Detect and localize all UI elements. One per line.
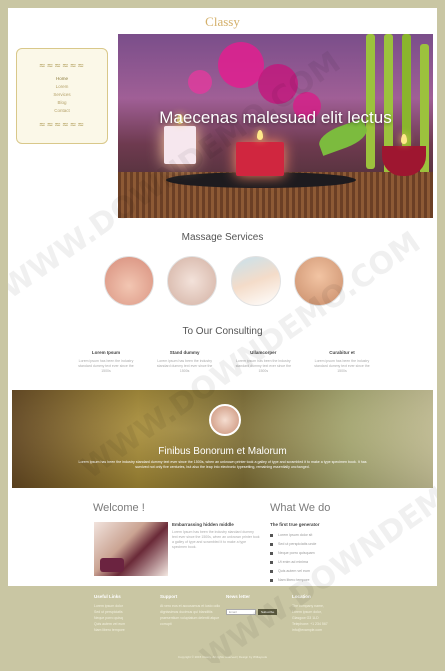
footer-heading: Useful Links: [94, 594, 121, 599]
sidebar-nav: ≈≈≈≈≈≈ Home Lorem Services Blog Contact …: [16, 48, 108, 144]
welcome-text: Lorem Ipsum has been the industry standa…: [172, 530, 260, 549]
location-line[interactable]: info@example.com: [292, 627, 354, 633]
list-item-label: Nam libero tempore: [278, 578, 310, 582]
list-item[interactable]: Neque porro quisquam: [270, 549, 360, 558]
square-bullet-icon: [270, 534, 273, 537]
banner-title: Finibus Bonorum et Malorum: [158, 446, 287, 457]
copyright-text: Copyright © 2015 Classy. All rights rese…: [177, 655, 268, 659]
column-text: Lorem ipsum has been the industry standa…: [314, 359, 370, 373]
square-bullet-icon: [270, 543, 273, 546]
list-item-label: Quis autem vel eum: [278, 569, 310, 573]
footer-support: Support At vero eos et accusamus et iust…: [160, 594, 222, 627]
white-candle: [164, 126, 196, 164]
column-title: Ullamcorper: [250, 350, 277, 355]
footer-heading: News letter: [226, 594, 251, 599]
bamboo-stalk: [366, 34, 375, 169]
services-title: Massage Services: [181, 232, 264, 243]
nav-item-contact[interactable]: Contact: [17, 107, 107, 115]
list-item-label: Ut enim ad minima: [278, 560, 308, 564]
list-item-label: Neque porro quisquam: [278, 551, 315, 555]
avatar: [209, 404, 241, 436]
page: Classy ≈≈≈≈≈≈ Home Lorem Services Blog C…: [8, 8, 437, 663]
square-bullet-icon: [270, 570, 273, 573]
footer-link[interactable]: Nam libero tempore: [94, 627, 154, 633]
footer-useful-links: Useful Links Lorem ipsum dolor Sed ut pe…: [94, 594, 154, 633]
hero-caption: Maecenas malesuad elit lectus: [159, 108, 392, 127]
square-bullet-icon: [270, 552, 273, 555]
nav-item-lorem[interactable]: Lorem: [17, 83, 107, 91]
facial-massage-image[interactable]: [230, 256, 281, 306]
footer-newsletter: News letter Email Subscribe: [226, 594, 288, 621]
consulting-column: Lorem Ipsum Lorem ipsum has been the ind…: [74, 350, 138, 374]
list-item[interactable]: Ut enim ad minima: [270, 558, 360, 567]
red-candle: [236, 142, 284, 176]
bamboo-stalk: [402, 34, 411, 164]
nav-item-home[interactable]: Home: [17, 75, 107, 83]
oil-bottles: [100, 558, 124, 572]
list-item[interactable]: Nam libero tempore: [270, 576, 360, 585]
list-item[interactable]: Sed ut perspiciatis unde: [270, 540, 360, 549]
square-bullet-icon: [270, 579, 273, 582]
flame-icon: [401, 134, 407, 144]
column-text: Lorem ipsum has been the industry standa…: [235, 359, 292, 373]
welcome-subtitle: Embarrassing hidden middle: [172, 522, 234, 527]
consulting-column: Curabitur et Lorem ipsum has been the in…: [310, 350, 374, 374]
banner-text: Lorem Ipsum has been the industry standa…: [78, 460, 367, 469]
footer: Useful Links Lorem ipsum dolor Sed ut pe…: [8, 586, 437, 663]
nav-item-services[interactable]: Services: [17, 91, 107, 99]
hero-slider[interactable]: Maecenas malesuad elit lectus: [118, 34, 433, 218]
consulting-column: Stand dummy Lorem ipsum has been the ind…: [153, 350, 217, 374]
footer-heading: Support: [160, 594, 178, 599]
square-bullet-icon: [270, 561, 273, 564]
orchid-flower: [258, 64, 298, 104]
column-title: Stand dummy: [169, 350, 200, 355]
brand-logo[interactable]: Classy: [8, 14, 437, 30]
list-item[interactable]: Quis autem vel eum: [270, 567, 360, 576]
testimonial-banner: Finibus Bonorum et Malorum Lorem Ipsum h…: [12, 390, 433, 488]
consulting-columns: Lorem Ipsum Lorem ipsum has been the ind…: [74, 350, 374, 374]
hand-massage-image[interactable]: [167, 256, 218, 306]
footer-text: At vero eos et accusamus et iusto odio d…: [160, 604, 221, 626]
orchid-flower: [188, 70, 212, 94]
whatwedo-heading: What We do: [270, 502, 331, 514]
column-title: Curabitur et: [329, 350, 355, 355]
welcome-image: [94, 522, 168, 576]
column-title: Lorem Ipsum: [91, 350, 121, 355]
subscribe-button[interactable]: Subscribe: [258, 608, 278, 615]
wave-ornament-icon: ≈≈≈≈≈≈: [38, 61, 86, 70]
services-images: [104, 256, 344, 306]
foot-massage-image[interactable]: [293, 256, 344, 306]
list-item-label: Lorem ipsum dolor sit: [278, 533, 313, 537]
welcome-body: Embarrassing hidden middle Lorem Ipsum h…: [172, 522, 260, 550]
whatwedo-subtitle: The first true generator: [270, 522, 320, 527]
column-text: Lorem ipsum has been the industry standa…: [78, 359, 134, 373]
flame-icon: [257, 130, 263, 140]
consulting-title: To Our Consulting: [182, 326, 263, 337]
welcome-heading: Welcome !: [93, 502, 145, 514]
wave-ornament-icon: ≈≈≈≈≈≈: [38, 120, 86, 129]
nav-item-blog[interactable]: Blog: [17, 99, 107, 107]
massage-hands-image[interactable]: [104, 256, 154, 306]
column-text: Lorem ipsum has been the industry standa…: [156, 359, 213, 373]
list-item-label: Sed ut perspiciatis unde: [278, 542, 317, 546]
consulting-column: Ullamcorper Lorem ipsum has been the ind…: [231, 350, 295, 374]
footer-heading: Location: [292, 594, 311, 599]
whatwedo-body: The first true generator Lorem ipsum dol…: [270, 522, 360, 585]
list-item[interactable]: Lorem ipsum dolor sit: [270, 531, 360, 540]
footer-location: Location The company name, Lorem ipsum d…: [292, 594, 354, 633]
newsletter-email-input[interactable]: Email: [226, 608, 256, 615]
